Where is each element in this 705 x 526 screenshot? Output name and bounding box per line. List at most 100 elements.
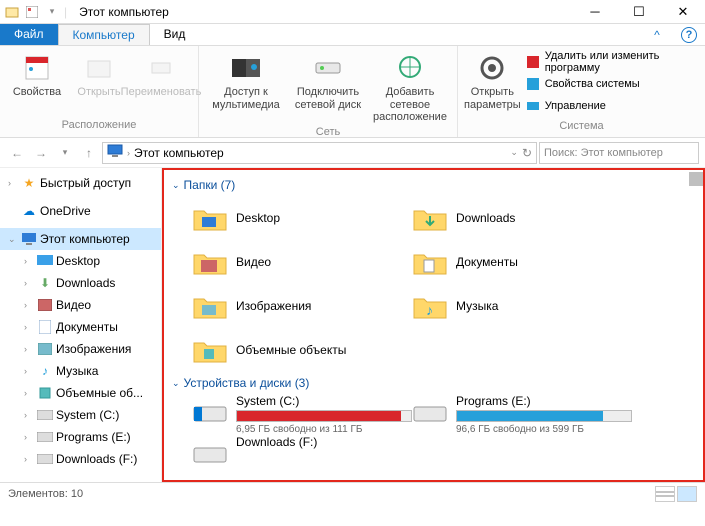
folder-icon: [412, 200, 448, 236]
tree-drive-f[interactable]: ›Downloads (F:): [0, 448, 161, 470]
open-icon: [83, 52, 115, 84]
status-count: Элементов: 10: [8, 488, 83, 500]
map-drive-icon: [312, 52, 344, 84]
drive-c[interactable]: System (C:) 6,95 ГБ свободно из 111 ГБ: [192, 394, 412, 435]
add-netloc-button[interactable]: Добавить сетевое расположение: [369, 50, 451, 124]
forward-button[interactable]: →: [30, 142, 52, 164]
title-bar: ▾ | Этот компьютер ─ ☐ ✕: [0, 0, 705, 24]
map-drive-button[interactable]: Подключить сетевой диск: [287, 50, 369, 124]
folder-music[interactable]: ♪Музыка: [412, 284, 632, 328]
settings-icon: [476, 52, 508, 84]
picture-icon: [37, 341, 53, 357]
search-input[interactable]: Поиск: Этот компьютер: [539, 142, 699, 164]
tree-downloads[interactable]: ›⬇Downloads: [0, 272, 161, 294]
main-content: ⌄Папки (7) Desktop Downloads Видео Докум…: [162, 168, 705, 482]
download-icon: ⬇: [37, 275, 53, 291]
address-dropdown-icon[interactable]: ⌄: [510, 147, 518, 158]
ribbon-tabs: Файл Компьютер Вид ^ ?: [0, 24, 705, 46]
uninstall-icon: [525, 54, 541, 70]
folder-icon: [192, 200, 228, 236]
desktop-icon: [37, 253, 53, 269]
folder-desktop[interactable]: Desktop: [192, 196, 412, 240]
help-button[interactable]: ?: [681, 27, 697, 43]
group-network: Сеть: [316, 124, 340, 140]
address-input[interactable]: › Этот компьютер ⌄ ↻: [102, 142, 537, 164]
tree-drive-c[interactable]: ›System (C:): [0, 404, 161, 426]
cloud-icon: ☁: [21, 203, 37, 219]
scrollbar[interactable]: [689, 172, 703, 186]
system-menu-icon[interactable]: [4, 4, 20, 20]
pc-icon: [107, 144, 123, 161]
manage-button[interactable]: Управление: [525, 96, 695, 116]
section-folders-header[interactable]: ⌄Папки (7): [172, 174, 695, 196]
chevron-down-icon: ⌄: [172, 180, 180, 191]
star-icon: ★: [21, 175, 37, 191]
folder-3d-objects[interactable]: Объемные объекты: [192, 328, 412, 372]
open-button: Открыть: [68, 50, 130, 117]
ribbon: Свойства Открыть Переименовать Расположе…: [0, 46, 705, 138]
folder-icon: [192, 288, 228, 324]
tree-videos[interactable]: ›Видео: [0, 294, 161, 316]
netloc-icon: [394, 52, 426, 84]
svg-text:♪: ♪: [426, 302, 433, 318]
qat-props-icon[interactable]: [24, 4, 40, 20]
system-properties-button[interactable]: Свойства системы: [525, 74, 695, 94]
group-system: Система: [559, 118, 603, 134]
tree-onedrive[interactable]: ☁OneDrive: [0, 200, 161, 222]
media-access-button[interactable]: Доступ к мультимедиа: [205, 50, 287, 124]
qat-dropdown-icon[interactable]: ▾: [44, 4, 60, 20]
tree-3d-objects[interactable]: ›Объемные об...: [0, 382, 161, 404]
rename-button: Переименовать: [130, 50, 192, 117]
tab-file[interactable]: Файл: [0, 24, 58, 45]
maximize-button[interactable]: ☐: [617, 0, 661, 24]
tree-desktop[interactable]: ›Desktop: [0, 250, 161, 272]
properties-button[interactable]: Свойства: [6, 50, 68, 117]
tab-computer[interactable]: Компьютер: [58, 24, 150, 45]
tree-quick-access[interactable]: ›★Быстрый доступ: [0, 172, 161, 194]
tree-music[interactable]: ›♪Музыка: [0, 360, 161, 382]
recent-dropdown[interactable]: ▾: [54, 142, 76, 164]
details-view-button[interactable]: [655, 486, 675, 502]
minimize-button[interactable]: ─: [573, 0, 617, 24]
sysprops-icon: [525, 76, 541, 92]
folder-icon: ♪: [412, 288, 448, 324]
ribbon-collapse-button[interactable]: ^: [641, 24, 673, 45]
tab-view[interactable]: Вид: [150, 24, 200, 45]
tree-this-pc[interactable]: ⌄Этот компьютер: [0, 228, 161, 250]
pc-icon: [21, 231, 37, 247]
folder-pictures[interactable]: Изображения: [192, 284, 412, 328]
uninstall-program-button[interactable]: Удалить или изменить программу: [525, 52, 695, 72]
tree-drive-e[interactable]: ›Programs (E:): [0, 426, 161, 448]
navigation-tree: ›★Быстрый доступ ☁OneDrive ⌄Этот компьют…: [0, 168, 162, 482]
status-bar: Элементов: 10: [0, 482, 705, 504]
properties-icon: [21, 52, 53, 84]
window-title: Этот компьютер: [79, 5, 169, 19]
open-settings-button[interactable]: Открыть параметры: [464, 50, 521, 118]
drive-icon: [37, 429, 53, 445]
folder-icon: [192, 332, 228, 368]
drive-icon: [37, 451, 53, 467]
section-drives-header[interactable]: ⌄Устройства и диски (3): [172, 372, 695, 394]
drive-e[interactable]: Programs (E:) 96,6 ГБ свободно из 599 ГБ: [412, 394, 632, 435]
close-button[interactable]: ✕: [661, 0, 705, 24]
drive-icon: [192, 394, 228, 430]
document-icon: [37, 319, 53, 335]
rename-icon: [145, 52, 177, 84]
up-button[interactable]: ↑: [78, 142, 100, 164]
drive-icon: [412, 394, 448, 430]
icons-view-button[interactable]: [677, 486, 697, 502]
back-button[interactable]: ←: [6, 142, 28, 164]
tree-pictures[interactable]: ›Изображения: [0, 338, 161, 360]
group-location: Расположение: [62, 117, 137, 133]
refresh-button[interactable]: ↻: [522, 146, 532, 160]
folder-downloads[interactable]: Downloads: [412, 196, 632, 240]
folder-videos[interactable]: Видео: [192, 240, 412, 284]
drive-f[interactable]: Downloads (F:): [192, 435, 412, 471]
folder-icon: [192, 244, 228, 280]
folder-documents[interactable]: Документы: [412, 240, 632, 284]
folder-icon: [412, 244, 448, 280]
tree-documents[interactable]: ›Документы: [0, 316, 161, 338]
drive-icon: [192, 435, 228, 471]
video-icon: [37, 297, 53, 313]
music-icon: ♪: [37, 363, 53, 379]
